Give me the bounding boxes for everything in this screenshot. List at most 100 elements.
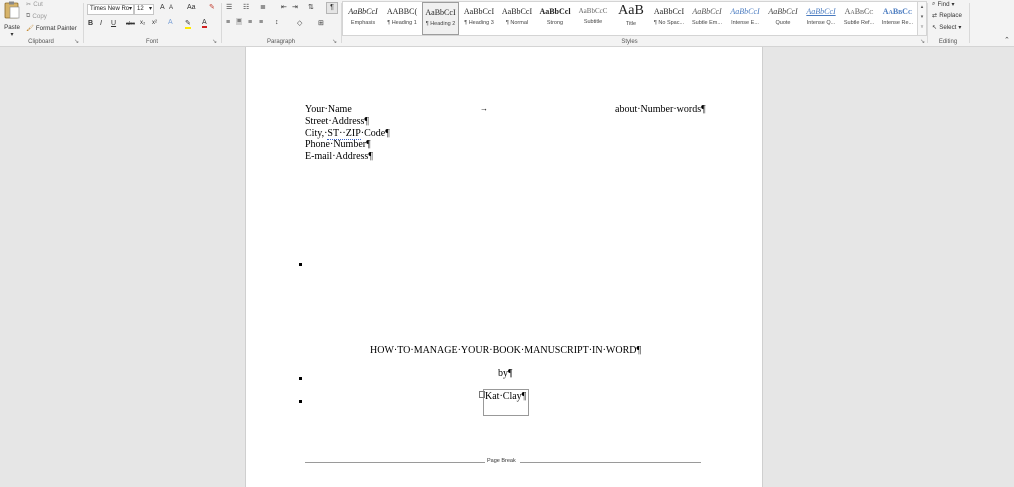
style-no-spacing[interactable]: AaBbCcI ¶ No Spac... <box>650 2 688 35</box>
font-name-combo[interactable]: Times New Ro ▾ <box>87 4 134 15</box>
format-painter-button[interactable]: 🖌 Format Painter <box>26 24 77 33</box>
editing-group: ⌕ Find ▾ ⇄ Replace ↖ Select ▾ Editing <box>928 0 968 46</box>
chevron-down-icon: ▾ <box>958 24 962 31</box>
chevron-down-icon: ▾ <box>951 0 955 8</box>
subscript-button[interactable]: x₂ <box>140 20 145 26</box>
sort-icon[interactable]: ⇅ <box>308 3 314 11</box>
grow-font-button[interactable]: A <box>160 4 165 11</box>
bold-button[interactable]: B <box>88 20 93 27</box>
increase-indent-icon[interactable]: ⇥ <box>292 3 298 11</box>
city-line[interactable]: City,·ST··ZIP·Code¶ <box>305 128 390 140</box>
clear-formatting-icon[interactable]: ✎ <box>209 3 215 11</box>
shading-icon[interactable]: ◇ <box>297 19 302 27</box>
paragraph-group: ☰ ☷ ≣ ⇤ ⇥ ⇅ ¶ ≡ ≡ ≡ ≡ ↕ ◇ ⊞ Paragraph ↘ <box>222 0 340 46</box>
font-color-icon[interactable]: A <box>202 19 207 28</box>
scissors-icon: ✂ <box>26 1 32 8</box>
city-suffix: ·Code¶ <box>360 128 390 139</box>
select-button[interactable]: ↖ Select ▾ <box>932 24 962 31</box>
format-painter-label: Format Painter <box>35 24 77 32</box>
page-break-label: Page Break <box>487 458 516 464</box>
style-emphasis[interactable]: AaBbCcI Emphasis <box>343 2 383 35</box>
align-center-icon[interactable]: ≡ <box>236 18 243 25</box>
decrease-indent-icon[interactable]: ⇤ <box>281 3 287 11</box>
style-intense-quote[interactable]: AaBbCcI Intense Q... <box>802 2 840 35</box>
find-label: Find <box>937 0 950 8</box>
italic-button[interactable]: I <box>100 20 102 27</box>
borders-icon[interactable]: ⊞ <box>318 19 324 27</box>
styles-gallery-scroll[interactable]: ▴ ▾ ▿ <box>917 1 927 36</box>
show-formatting-icon[interactable]: ¶ <box>326 2 338 14</box>
dialog-launcher-icon[interactable]: ↘ <box>332 38 337 45</box>
text-effects-icon[interactable]: A <box>168 19 173 26</box>
align-left-icon[interactable]: ≡ <box>226 19 230 26</box>
highlight-icon[interactable]: ✎ <box>185 19 191 29</box>
copy-label: Copy <box>32 12 47 20</box>
multilevel-list-icon[interactable]: ≣ <box>260 3 266 11</box>
bullet-marker <box>299 400 302 403</box>
search-icon: ⌕ <box>932 0 936 7</box>
font-name-value: Times New Ro <box>90 6 130 12</box>
align-right-icon[interactable]: ≡ <box>248 19 252 26</box>
tab-arrow-icon: → <box>480 104 488 113</box>
paste-button[interactable]: Paste ▾ <box>4 1 20 38</box>
style-title[interactable]: AaB Title <box>612 2 650 35</box>
line-spacing-icon[interactable]: ↕ <box>275 19 279 26</box>
style-strong[interactable]: AaBbCcl Strong <box>536 2 574 35</box>
font-group: Times New Ro ▾ 12 ▾ A A Aa ✎ B I U abc x₂ … <box>84 0 220 46</box>
collapse-ribbon-icon[interactable]: ⌃ <box>1004 36 1010 44</box>
style-intense-reference[interactable]: AaBbCc Intense Re... <box>878 2 917 35</box>
dialog-launcher-icon[interactable]: ↘ <box>920 38 925 45</box>
your-name-text[interactable]: Your·Name <box>305 104 352 115</box>
styles-gallery: AaBbCcI Emphasis AABBC( ¶ Heading 1 AaBb… <box>342 1 919 36</box>
paintbrush-icon: 🖌 <box>26 25 34 32</box>
page-break-line-left <box>305 462 485 463</box>
style-subtitle[interactable]: AaBbCcC Subtitle <box>574 2 612 35</box>
style-normal[interactable]: AaBbCcI ¶ Normal <box>498 2 536 35</box>
bullet-marker <box>299 263 302 266</box>
manuscript-title[interactable]: HOW·TO·MANAGE·YOUR·BOOK·MANUSCRIPT·IN·WO… <box>370 345 641 356</box>
numbering-icon[interactable]: ☷ <box>243 3 249 11</box>
chevron-down-icon: ▾ <box>148 6 152 12</box>
dialog-launcher-icon[interactable]: ↘ <box>74 38 79 45</box>
clipboard-icon <box>4 1 20 22</box>
font-group-label: Font <box>145 39 158 45</box>
style-subtle-emphasis[interactable]: AaBbCcI Subtle Em... <box>688 2 726 35</box>
copy-button[interactable]: ⧉ Copy <box>26 12 47 20</box>
chevron-down-icon: ▾ <box>10 31 14 38</box>
bullet-marker <box>299 377 302 380</box>
paragraph-group-label: Paragraph <box>266 39 296 45</box>
style-quote[interactable]: AaBbCcI Quote <box>764 2 802 35</box>
by-text[interactable]: by¶ <box>498 368 513 379</box>
bullets-icon[interactable]: ☰ <box>226 3 232 11</box>
superscript-button[interactable]: x² <box>152 20 157 26</box>
replace-icon: ⇄ <box>932 12 938 19</box>
style-intense-emphasis[interactable]: AaBbCcI Intense E... <box>726 2 764 35</box>
shrink-font-button[interactable]: A <box>169 5 173 11</box>
author-name-text[interactable]: Kat·Clay¶ <box>485 391 526 402</box>
change-case-button[interactable]: Aa <box>187 4 196 11</box>
chevron-up-icon[interactable]: ▴ <box>918 2 926 12</box>
chevron-down-icon: ▾ <box>128 6 132 12</box>
underline-button[interactable]: U <box>111 20 116 27</box>
phone-number-text[interactable]: Phone·Number¶ <box>305 139 371 150</box>
copy-icon: ⧉ <box>26 12 31 19</box>
word-count-text[interactable]: about·Number·words¶ <box>615 104 706 115</box>
paste-label: Paste <box>4 24 20 31</box>
style-heading-2[interactable]: AaBbCcI ¶ Heading 2 <box>422 2 459 35</box>
find-button[interactable]: ⌕ Find ▾ <box>932 0 955 8</box>
strikethrough-button[interactable]: abc <box>126 21 135 27</box>
justify-icon[interactable]: ≡ <box>259 19 263 26</box>
email-address-text[interactable]: E-mail·Address¶ <box>305 151 373 162</box>
more-icon[interactable]: ▿ <box>918 22 926 32</box>
street-address-text[interactable]: Street·Address¶ <box>305 116 369 127</box>
style-heading-3[interactable]: AaBbCcI ¶ Heading 3 <box>460 2 498 35</box>
dialog-launcher-icon[interactable]: ↘ <box>212 38 217 45</box>
style-subtle-reference[interactable]: AaBbCc Subtle Ref... <box>840 2 878 35</box>
font-size-combo[interactable]: 12 ▾ <box>134 4 154 15</box>
cut-button[interactable]: ✂ Cut <box>26 1 43 8</box>
clipboard-group: Paste ▾ ✂ Cut ⧉ Copy 🖌 Format Painter Cl… <box>0 0 82 46</box>
style-heading-1[interactable]: AABBC( ¶ Heading 1 <box>383 2 421 35</box>
select-label: Select <box>939 24 957 31</box>
replace-button[interactable]: ⇄ Replace <box>932 12 962 19</box>
chevron-down-icon[interactable]: ▾ <box>918 12 926 22</box>
